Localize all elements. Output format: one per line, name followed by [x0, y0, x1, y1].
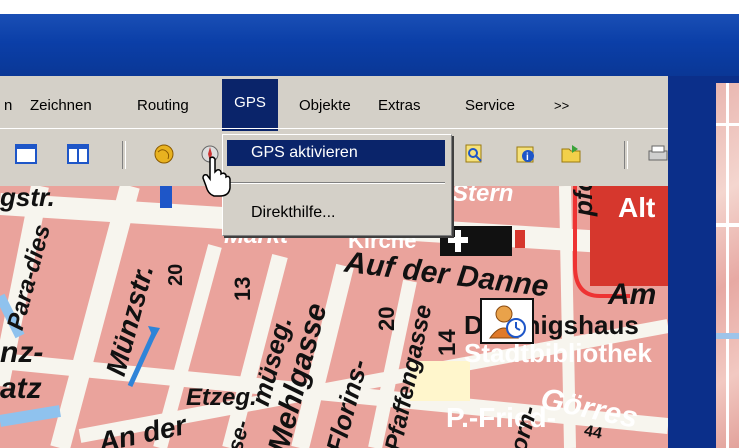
menu-item-objekte[interactable]: Objekte [295, 95, 355, 117]
svg-text:i: i [526, 152, 529, 163]
street-label: gstr. [0, 186, 55, 212]
window-layout-icon[interactable] [14, 142, 38, 166]
street-label-fragment: atz [0, 372, 42, 405]
globe-icon[interactable] [152, 142, 176, 166]
place-label-stern: Stern [452, 186, 514, 207]
gps-dropdown-menu: GPS aktivieren Direkthilfe... [222, 134, 452, 236]
hand-pointer-icon [202, 156, 231, 197]
menu-item-gps[interactable]: GPS [222, 79, 278, 131]
house-number: 14 [434, 329, 461, 356]
menu-item-cut-off[interactable]: n [0, 95, 16, 117]
place-label-alt: Alt [618, 192, 656, 223]
menu-item-gps-aktivieren[interactable]: GPS aktivieren [227, 140, 445, 166]
menu-item-direkthilfe[interactable]: Direkthilfe... [227, 200, 445, 226]
info-icon[interactable]: i [514, 142, 538, 166]
menu-bar: n Zeichnen Routing Objekte Extras Servic… [0, 82, 668, 126]
menu-overflow-chevron[interactable]: >> [550, 95, 573, 117]
overview-road [726, 83, 729, 448]
print-icon[interactable] [646, 142, 670, 166]
split-view-icon[interactable] [66, 142, 90, 166]
menu-item-service[interactable]: Service [461, 95, 519, 117]
menu-separator [227, 182, 445, 184]
house-number: 44 [582, 422, 604, 443]
menu-item-extras[interactable]: Extras [374, 95, 425, 117]
search-object-icon[interactable] [462, 142, 486, 166]
overview-river [716, 333, 739, 339]
open-folder-icon[interactable] [560, 142, 584, 166]
street-label-pfort: pfort [568, 186, 598, 216]
user-location-marker[interactable] [480, 298, 534, 344]
titlebar-gradient[interactable] [0, 14, 739, 76]
toolbar-separator [122, 141, 126, 169]
house-number: 13 [230, 276, 255, 301]
street-label-etzeg: Etzeg. [186, 384, 257, 411]
house-number: 20 [165, 263, 187, 286]
street-label-am: Am [608, 278, 657, 311]
person-clock-icon [489, 305, 526, 339]
menu-item-routing[interactable]: Routing [133, 95, 193, 117]
toolbar-separator [624, 141, 628, 169]
street-label-fragment: nz- [0, 336, 44, 369]
menu-item-zeichnen[interactable]: Zeichnen [26, 95, 96, 117]
overview-map[interactable] [716, 83, 739, 448]
house-number: 20 [374, 306, 399, 331]
window-titlebar [0, 0, 739, 76]
